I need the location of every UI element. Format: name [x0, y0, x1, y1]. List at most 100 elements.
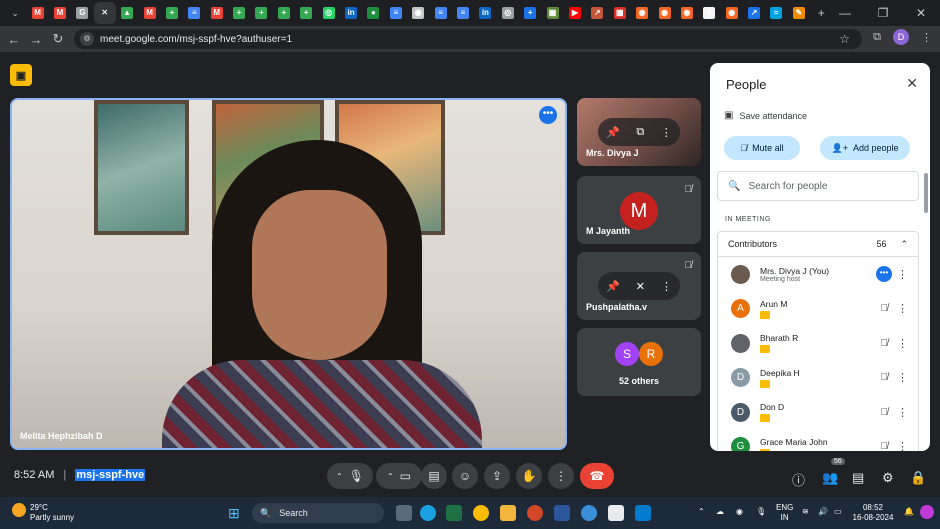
weather-widget[interactable]: 29°C Partly sunny	[12, 503, 74, 523]
browser-tab[interactable]: ◎	[317, 2, 339, 24]
more-vert-icon[interactable]: ⋮	[897, 268, 908, 281]
browser-tab[interactable]: +	[295, 2, 317, 24]
pin-icon[interactable]: 📌	[606, 280, 620, 293]
mic-off-icon[interactable]: ✕	[636, 280, 645, 293]
notifications-icon[interactable]: 🔔	[904, 507, 914, 517]
browser-tab[interactable]: ≡	[429, 2, 451, 24]
restore-button[interactable]: ❐	[864, 6, 902, 20]
browser-tab[interactable]: ▦	[541, 2, 563, 24]
scrollbar[interactable]	[924, 173, 928, 213]
mic-off-icon[interactable]: 🎙̸	[881, 407, 889, 418]
mic-icon[interactable]: 🎙	[756, 507, 766, 517]
edge-icon[interactable]	[420, 505, 436, 521]
address-bar[interactable]: ⚙ meet.google.com/msj-sspf-hve?authuser=…	[74, 29, 862, 49]
browser-tab[interactable]: ≈	[765, 2, 787, 24]
present-button[interactable]: ⇪	[484, 463, 510, 489]
host-controls-icon[interactable]: 🔒	[910, 470, 926, 486]
frame-icon[interactable]: ⧉	[636, 126, 644, 139]
cloud-icon[interactable]: ☁	[716, 507, 724, 517]
forward-icon[interactable]: →	[25, 32, 47, 47]
camera-icon[interactable]: ▭	[400, 469, 411, 483]
browser-tab[interactable]: ◉	[653, 2, 675, 24]
leave-call-button[interactable]: ☎	[580, 463, 614, 489]
browser-tab[interactable]: ◉	[407, 2, 429, 24]
close-icon[interactable]: ✕	[906, 75, 918, 92]
mic-off-icon[interactable]: 🎙̸	[881, 441, 889, 451]
more-options-icon[interactable]: •••	[539, 106, 557, 124]
browser-tab[interactable]: ▶	[564, 2, 586, 24]
more-options-button[interactable]: ⋮	[548, 463, 574, 489]
participant-row[interactable]: D Deepika H 🎙̸ ⋮	[718, 361, 918, 396]
more-vert-icon[interactable]: ⋮	[897, 302, 908, 315]
profile-avatar[interactable]: D	[893, 29, 909, 45]
participant-row[interactable]: D Don D 🎙̸ ⋮	[718, 395, 918, 430]
battery-icon[interactable]: ▭	[834, 507, 842, 517]
browser-tab[interactable]: ▦	[609, 2, 631, 24]
camera-control[interactable]: ⌃ ▭	[376, 463, 422, 489]
bookmark-star-icon[interactable]: ☆	[839, 32, 850, 46]
browser-tab[interactable]: +	[161, 2, 183, 24]
notepad-icon[interactable]	[608, 505, 624, 521]
add-people-button[interactable]: 👤+ Add people	[820, 136, 910, 160]
others-tile[interactable]: S R 52 others	[577, 328, 701, 396]
search-input[interactable]: 🔍 Search for people	[717, 171, 919, 201]
copilot-icon[interactable]	[920, 505, 934, 519]
participant-tile-pushpalatha[interactable]: 🎙̸ 📌 ✕ ⋮ Pushpalatha.v	[577, 252, 701, 320]
browser-tab[interactable]: +	[519, 2, 541, 24]
participant-tile-jayanth[interactable]: 🎙̸ M M Jayanth	[577, 176, 701, 244]
participant-row[interactable]: G Grace Maria John 🎙̸ ⋮	[718, 430, 918, 451]
folder-icon[interactable]	[500, 505, 516, 521]
meet-activity-icon[interactable]: ▣	[10, 64, 32, 86]
language-indicator[interactable]: ENG IN	[776, 503, 793, 523]
more-icon[interactable]: ⋮	[661, 280, 672, 293]
pin-icon[interactable]: 📌	[606, 126, 620, 139]
more-vert-icon[interactable]: ⋮	[897, 371, 908, 384]
browser-tab[interactable]: ≡	[385, 2, 407, 24]
start-icon[interactable]: ⊞	[228, 505, 240, 522]
back-icon[interactable]: ←	[3, 32, 25, 47]
browser-tab[interactable]: ↗	[586, 2, 608, 24]
word-icon[interactable]	[554, 505, 570, 521]
contributors-header[interactable]: Contributors 56 ⌃	[717, 231, 919, 257]
browser-tab[interactable]: in	[340, 2, 362, 24]
browser-tab[interactable]: ◉	[631, 2, 653, 24]
browser-tab[interactable]: in	[474, 2, 496, 24]
more-options-icon[interactable]: •••	[876, 266, 892, 283]
browser-tab[interactable]: +	[273, 2, 295, 24]
browser-tab[interactable]: +	[250, 2, 272, 24]
reload-icon[interactable]: ↻	[47, 31, 69, 47]
mute-all-button[interactable]: 🎙̸ Mute all	[724, 136, 800, 160]
menu-icon[interactable]: ⋮	[921, 31, 932, 44]
mic-off-icon[interactable]: 🎙̸	[881, 338, 889, 349]
mic-off-icon[interactable]: 🎙̸	[881, 372, 889, 383]
browser-tab[interactable]: ●	[698, 2, 720, 24]
browser-tab[interactable]: ↗	[743, 2, 765, 24]
browser-tab[interactable]: ✎	[788, 2, 810, 24]
browser-tab[interactable]: +	[228, 2, 250, 24]
chat-icon[interactable]: ▤	[852, 470, 864, 486]
activities-icon[interactable]: ⚙	[882, 470, 894, 486]
save-attendance-button[interactable]: ▣ Save attendance	[724, 110, 807, 121]
participant-row[interactable]: Mrs. Divya J (You) Meeting host ••• ⋮	[718, 257, 918, 292]
chevron-up-icon[interactable]: ⌃	[698, 507, 705, 517]
browser-tab[interactable]: ▲	[116, 2, 138, 24]
more-vert-icon[interactable]: ⋮	[897, 440, 908, 451]
participant-row[interactable]: A Arun M 🎙̸ ⋮	[718, 292, 918, 327]
close-window-button[interactable]: ✕	[902, 6, 940, 20]
emoji-button[interactable]: ☺	[452, 463, 478, 489]
people-icon[interactable]: 👥	[822, 470, 838, 486]
browser-tab[interactable]: ≡	[452, 2, 474, 24]
browser-tab[interactable]: M	[49, 2, 71, 24]
browser-tab[interactable]: ◎	[497, 2, 519, 24]
browser-tab[interactable]: ≡	[183, 2, 205, 24]
mic-icon[interactable]: 🎙	[349, 469, 364, 483]
volume-icon[interactable]: 🔊	[818, 507, 828, 517]
participant-row[interactable]: Bharath R 🎙̸ ⋮	[718, 326, 918, 361]
browser-tab[interactable]: M	[26, 2, 48, 24]
browser-icon[interactable]	[581, 505, 597, 521]
raise-hand-button[interactable]: ✋	[516, 463, 542, 489]
clock[interactable]: 08:52 16-08-2024	[848, 503, 898, 523]
excel-icon[interactable]	[446, 505, 462, 521]
browser-tab[interactable]: ●	[362, 2, 384, 24]
taskbar-search[interactable]: 🔍 Search	[252, 503, 384, 523]
